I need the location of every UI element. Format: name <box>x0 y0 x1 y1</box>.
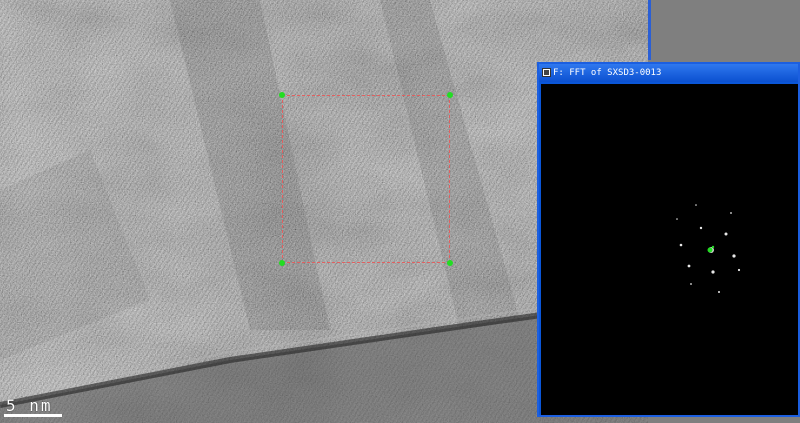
image-window-icon <box>542 68 551 77</box>
scale-bar-label: 5 nm <box>6 396 53 415</box>
window-edge <box>648 0 651 60</box>
roi-handle-top-right[interactable] <box>447 92 453 98</box>
scale-bar: 5 nm <box>4 396 62 418</box>
fft-roi-selection[interactable] <box>279 92 453 266</box>
fft-window-title: F: FFT of SXSD3-0013 <box>553 68 662 78</box>
fft-window[interactable]: F: FFT of SXSD3-0013 <box>537 62 800 417</box>
fft-window-titlebar[interactable]: F: FFT of SXSD3-0013 <box>539 64 798 82</box>
fft-center-marker <box>707 247 713 253</box>
roi-handle-bottom-right[interactable] <box>447 260 453 266</box>
fft-pattern <box>541 84 798 415</box>
scale-bar-line <box>4 414 62 417</box>
workspace-background <box>648 0 800 60</box>
roi-handle-top-left[interactable] <box>279 92 285 98</box>
fft-image[interactable] <box>541 84 798 415</box>
roi-handle-bottom-left[interactable] <box>279 260 285 266</box>
